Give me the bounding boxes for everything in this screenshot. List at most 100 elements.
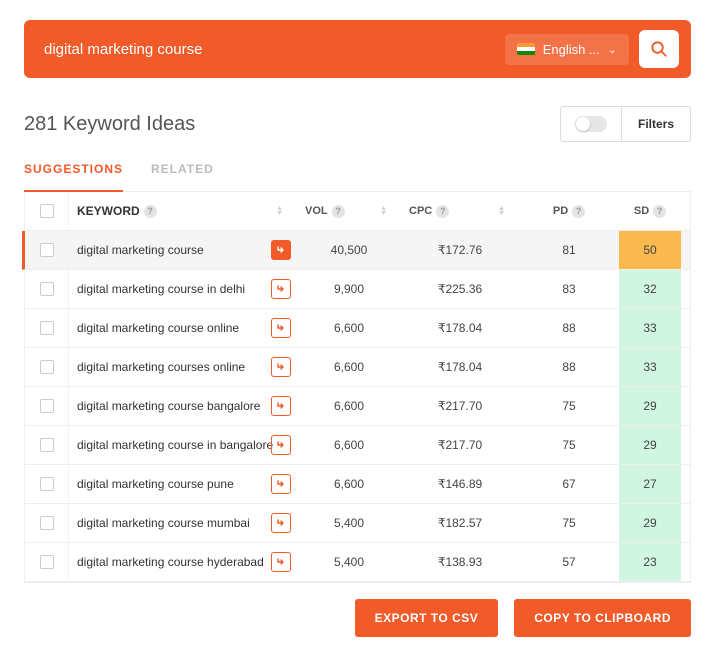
col-vol[interactable]: Vol [305, 205, 328, 217]
vol-value: 5,400 [334, 516, 364, 530]
table-row[interactable]: digital marketing course 40,500 ₹172.76 … [22, 231, 690, 270]
keyword-text: digital marketing course online [77, 321, 239, 335]
view-toggle[interactable] [575, 116, 607, 132]
expand-button[interactable] [271, 474, 291, 494]
col-sd[interactable]: SD [634, 205, 649, 217]
language-label: English ... [543, 42, 600, 57]
row-checkbox[interactable] [40, 516, 54, 530]
pd-value: 83 [562, 282, 575, 296]
table-row[interactable]: digital marketing course hyderabad 5,400… [25, 543, 690, 582]
chevron-down-icon: ⌄ [608, 43, 617, 56]
row-checkbox[interactable] [40, 360, 54, 374]
tab-suggestions[interactable]: Suggestions [24, 154, 123, 192]
keyword-text: digital marketing course bangalore [77, 399, 260, 413]
sd-value: 29 [643, 399, 656, 413]
tab-related[interactable]: Related [151, 154, 214, 191]
search-bar: English ... ⌄ [24, 20, 691, 78]
table-row[interactable]: digital marketing course pune 6,600 ₹146… [25, 465, 690, 504]
keyword-text: digital marketing courses online [77, 360, 245, 374]
search-icon [650, 40, 668, 58]
table-row[interactable]: digital marketing course bangalore 6,600… [25, 387, 690, 426]
keyword-text: digital marketing course in delhi [77, 282, 245, 296]
vol-value: 6,600 [334, 360, 364, 374]
row-checkbox[interactable] [40, 477, 54, 491]
pd-value: 88 [562, 321, 575, 335]
vol-value: 6,600 [334, 438, 364, 452]
cpc-value: ₹217.70 [438, 438, 482, 452]
row-checkbox[interactable] [40, 243, 54, 257]
select-all-checkbox[interactable] [40, 204, 54, 218]
keywords-table: Keyword? ▲▼ Vol? ▲▼ CPC? ▲▼ PD? SD? digital… [24, 192, 691, 583]
table-row[interactable]: digital marketing courses online 6,600 ₹… [25, 348, 690, 387]
vol-value: 6,600 [334, 399, 364, 413]
sd-value: 27 [643, 477, 656, 491]
help-icon[interactable]: ? [436, 205, 449, 218]
cpc-value: ₹178.04 [438, 321, 482, 335]
expand-button[interactable] [271, 435, 291, 455]
pd-value: 88 [562, 360, 575, 374]
vol-value: 6,600 [334, 321, 364, 335]
sort-icon[interactable]: ▲▼ [276, 206, 289, 216]
export-csv-button[interactable]: Export to CSV [355, 599, 499, 637]
vol-value: 5,400 [334, 555, 364, 569]
search-button[interactable] [639, 30, 679, 68]
expand-button[interactable] [271, 318, 291, 338]
tabs-nav: Suggestions Related [24, 154, 691, 192]
pd-value: 57 [562, 555, 575, 569]
arrow-return-icon [275, 361, 287, 373]
table-row[interactable]: digital marketing course mumbai 5,400 ₹1… [25, 504, 690, 543]
table-row[interactable]: digital marketing course in delhi 9,900 … [25, 270, 690, 309]
sd-value: 33 [643, 360, 656, 374]
pd-value: 75 [562, 438, 575, 452]
pd-value: 81 [562, 243, 575, 257]
arrow-return-icon [275, 283, 287, 295]
pd-value: 75 [562, 516, 575, 530]
flag-india-icon [517, 43, 535, 55]
table-header: Keyword? ▲▼ Vol? ▲▼ CPC? ▲▼ PD? SD? [25, 192, 690, 231]
keyword-text: digital marketing course in bangalore [77, 438, 273, 452]
col-keyword[interactable]: Keyword [77, 204, 140, 218]
arrow-return-icon [275, 556, 287, 568]
sd-value: 32 [643, 282, 656, 296]
pd-value: 75 [562, 399, 575, 413]
search-input[interactable] [36, 35, 495, 64]
row-checkbox[interactable] [40, 555, 54, 569]
arrow-return-icon [275, 439, 287, 451]
keyword-text: digital marketing course [77, 243, 204, 257]
expand-button[interactable] [271, 279, 291, 299]
expand-button[interactable] [271, 552, 291, 572]
keyword-text: digital marketing course mumbai [77, 516, 250, 530]
keyword-text: digital marketing course hyderabad [77, 555, 264, 569]
col-cpc[interactable]: CPC [409, 205, 432, 217]
row-checkbox[interactable] [40, 282, 54, 296]
table-row[interactable]: digital marketing course online 6,600 ₹1… [25, 309, 690, 348]
expand-button[interactable] [271, 357, 291, 377]
arrow-return-icon [275, 400, 287, 412]
row-checkbox[interactable] [40, 321, 54, 335]
vol-value: 40,500 [331, 243, 368, 257]
table-row[interactable]: digital marketing course in bangalore 6,… [25, 426, 690, 465]
expand-button[interactable] [271, 396, 291, 416]
row-checkbox[interactable] [40, 399, 54, 413]
col-pd[interactable]: PD [553, 205, 568, 217]
expand-button[interactable] [271, 513, 291, 533]
copy-clipboard-button[interactable]: Copy to Clipboard [514, 599, 691, 637]
help-icon[interactable]: ? [653, 205, 666, 218]
filters-button[interactable]: Filters [621, 107, 690, 141]
cpc-value: ₹172.76 [438, 243, 482, 257]
cpc-value: ₹225.36 [438, 282, 482, 296]
sd-value: 23 [643, 555, 656, 569]
row-checkbox[interactable] [40, 438, 54, 452]
arrow-return-icon [275, 322, 287, 334]
help-icon[interactable]: ? [332, 205, 345, 218]
sort-icon[interactable]: ▲▼ [380, 206, 393, 216]
expand-button[interactable] [271, 240, 291, 260]
sd-value: 50 [643, 243, 656, 257]
language-selector[interactable]: English ... ⌄ [505, 34, 629, 65]
sd-value: 29 [643, 516, 656, 530]
help-icon[interactable]: ? [572, 205, 585, 218]
sort-icon[interactable]: ▲▼ [498, 206, 511, 216]
help-icon[interactable]: ? [144, 205, 157, 218]
ideas-count-title: 281 Keyword Ideas [24, 113, 195, 136]
cpc-value: ₹217.70 [438, 399, 482, 413]
